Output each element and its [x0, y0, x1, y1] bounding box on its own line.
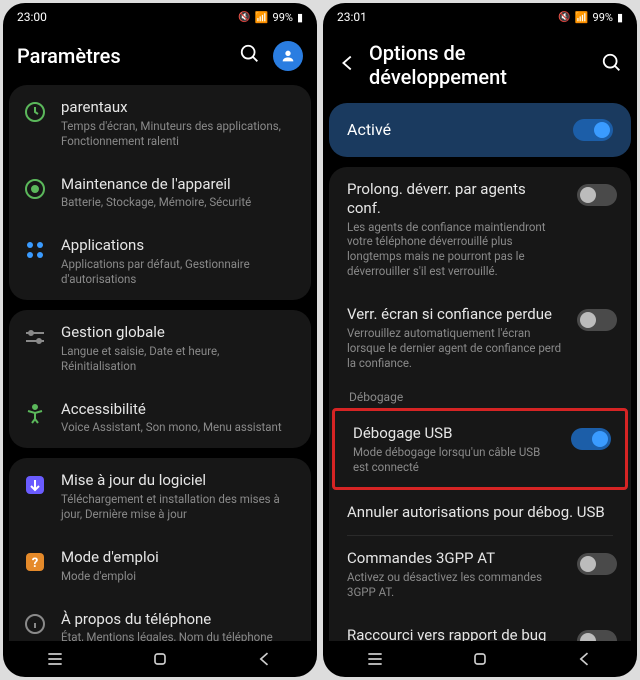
back-button[interactable] [255, 649, 275, 669]
dev-options-list: Activé Prolong. déverr. par agents conf.… [323, 103, 637, 641]
master-toggle[interactable] [573, 119, 613, 141]
nav-bar [3, 641, 317, 677]
settings-row-update[interactable]: Mise à jour du logiciel Téléchargement et… [9, 458, 311, 535]
signal-icon: 📶 [255, 11, 269, 24]
row-title: Gestion globale [61, 323, 297, 342]
row-title: Verr. écran si confiance perdue [347, 305, 563, 324]
row-subtitle: Temps d'écran, Minuteurs des application… [61, 119, 297, 149]
toggle[interactable] [577, 553, 617, 575]
home-button[interactable] [470, 649, 490, 669]
row-title: À propos du téléphone [61, 610, 297, 629]
battery-icon: ▮ [297, 11, 303, 24]
row-subtitle: Mode débogage lorsqu'un câble USB est co… [353, 445, 557, 475]
accessibility-icon [23, 402, 47, 426]
recents-button[interactable] [45, 649, 65, 669]
battery-percent: 99% [273, 11, 293, 24]
status-bar: 23:01 🔇 📶 99% ▮ [323, 3, 637, 31]
row-title: Prolong. déverr. par agents conf. [347, 180, 563, 218]
mute-icon: 🔇 [238, 12, 250, 23]
row-subtitle: Voice Assistant, Son mono, Menu assistan… [61, 420, 297, 435]
row-title: Annuler autorisations pour débog. USB [347, 503, 617, 522]
settings-row-manual[interactable]: ? Mode d'emploi Mode d'emploi [9, 535, 311, 597]
toggle[interactable] [577, 309, 617, 331]
row-title: Raccourci vers rapport de bug [347, 626, 563, 641]
row-activated[interactable]: Activé [329, 103, 631, 157]
row-subtitle: Batterie, Stockage, Mémoire, Sécurité [61, 195, 297, 210]
row-subtitle: Activez ou désactivez les commandes 3GPP… [347, 570, 563, 600]
highlight-box: Débogage USB Mode débogage lorsqu'un câbl… [332, 408, 628, 491]
toggle[interactable] [577, 630, 617, 641]
dev-options-header: Options de développement [323, 31, 637, 103]
back-button[interactable] [575, 649, 595, 669]
activated-label: Activé [347, 120, 559, 140]
settings-row-about[interactable]: À propos du téléphoneÉtat, Mentions léga… [9, 597, 311, 641]
row-lock-on-trust-lost[interactable]: Verr. écran si confiance perdue Verrouill… [329, 292, 631, 384]
manual-icon: ? [23, 550, 47, 574]
settings-row-parental[interactable]: parentaux Temps d'écran, Minuteurs des ap… [9, 85, 311, 162]
row-title: Accessibilité [61, 400, 297, 419]
row-usb-debugging[interactable]: Débogage USB Mode débogage lorsqu'un câbl… [335, 411, 625, 488]
clock: 23:00 [17, 10, 47, 24]
settings-group: parentaux Temps d'écran, Minuteurs des ap… [9, 85, 311, 300]
section-label: Débogage [329, 384, 631, 408]
search-icon[interactable] [239, 43, 261, 69]
row-title: Mise à jour du logiciel [61, 471, 297, 490]
toggle[interactable] [577, 184, 617, 206]
settings-header: Paramètres [3, 31, 317, 85]
parental-icon [23, 100, 47, 124]
row-title: parentaux [61, 98, 297, 117]
page-title: Paramètres [17, 44, 233, 68]
row-revoke-usb-auth[interactable]: Annuler autorisations pour débog. USB [329, 490, 631, 535]
row-subtitle: Mode d'emploi [61, 569, 297, 584]
battery-percent: 99% [593, 11, 613, 24]
mute-icon: 🔇 [558, 12, 570, 23]
apps-icon [23, 238, 47, 262]
phone-developer-options: 23:01 🔇 📶 99% ▮ Options de développement… [323, 3, 637, 677]
nav-bar [323, 641, 637, 677]
device-care-icon [23, 177, 47, 201]
page-title: Options de développement [369, 41, 595, 89]
row-trusted-agents-extend[interactable]: Prolong. déverr. par agents conf.Les age… [329, 167, 631, 292]
signal-icon: 📶 [575, 11, 589, 24]
dev-group: Prolong. déverr. par agents conf.Les age… [329, 167, 631, 641]
account-avatar[interactable] [273, 41, 303, 71]
usb-debugging-toggle[interactable] [571, 428, 611, 450]
battery-icon: ▮ [617, 11, 623, 24]
master-toggle-band: Activé [329, 103, 631, 157]
settings-row-general[interactable]: Gestion globale Langue et saisie, Date et… [9, 310, 311, 387]
settings-row-accessibility[interactable]: AccessibilitéVoice Assistant, Son mono, … [9, 387, 311, 449]
settings-row-device-care[interactable]: Maintenance de l'appareilBatterie, Stock… [9, 162, 311, 224]
info-icon [23, 612, 47, 636]
row-subtitle: Langue et saisie, Date et heure, Réiniti… [61, 344, 297, 374]
row-subtitle: Les agents de confiance maintiendront vo… [347, 220, 563, 280]
sliders-icon [23, 325, 47, 349]
back-icon[interactable] [337, 52, 359, 78]
row-title: Commandes 3GPP AT [347, 549, 563, 568]
clock: 23:01 [337, 10, 367, 24]
settings-list: parentaux Temps d'écran, Minuteurs des ap… [3, 85, 317, 641]
recents-button[interactable] [365, 649, 385, 669]
row-subtitle: Téléchargement et installation des mises… [61, 492, 297, 522]
update-icon [23, 473, 47, 497]
row-bugreport-shortcut[interactable]: Raccourci vers rapport de bugInclure un … [329, 613, 631, 641]
row-subtitle: État, Mentions légales, Nom du téléphone [61, 630, 297, 641]
row-subtitle: Verrouillez automatiquement l'écran lors… [347, 326, 563, 371]
settings-group: Mise à jour du logiciel Téléchargement et… [9, 458, 311, 641]
status-bar: 23:00 🔇 📶 99% ▮ [3, 3, 317, 31]
settings-row-apps[interactable]: Applications Applications par défaut, Ges… [9, 223, 311, 300]
settings-group: Gestion globale Langue et saisie, Date et… [9, 310, 311, 448]
status-icons: 🔇 📶 99% ▮ [238, 11, 303, 24]
svg-text:?: ? [32, 556, 38, 571]
row-title: Mode d'emploi [61, 548, 297, 567]
row-title: Applications [61, 236, 297, 255]
row-subtitle: Applications par défaut, Gestionnaire d'… [61, 257, 297, 287]
home-button[interactable] [150, 649, 170, 669]
row-title: Maintenance de l'appareil [61, 175, 297, 194]
search-icon[interactable] [601, 52, 623, 78]
status-icons: 🔇 📶 99% ▮ [558, 11, 623, 24]
row-3gpp-at[interactable]: Commandes 3GPP AT Activez ou désactivez l… [329, 536, 631, 613]
row-title: Débogage USB [353, 424, 557, 443]
phone-settings: 23:00 🔇 📶 99% ▮ Paramètres parentaux Temp… [3, 3, 317, 677]
